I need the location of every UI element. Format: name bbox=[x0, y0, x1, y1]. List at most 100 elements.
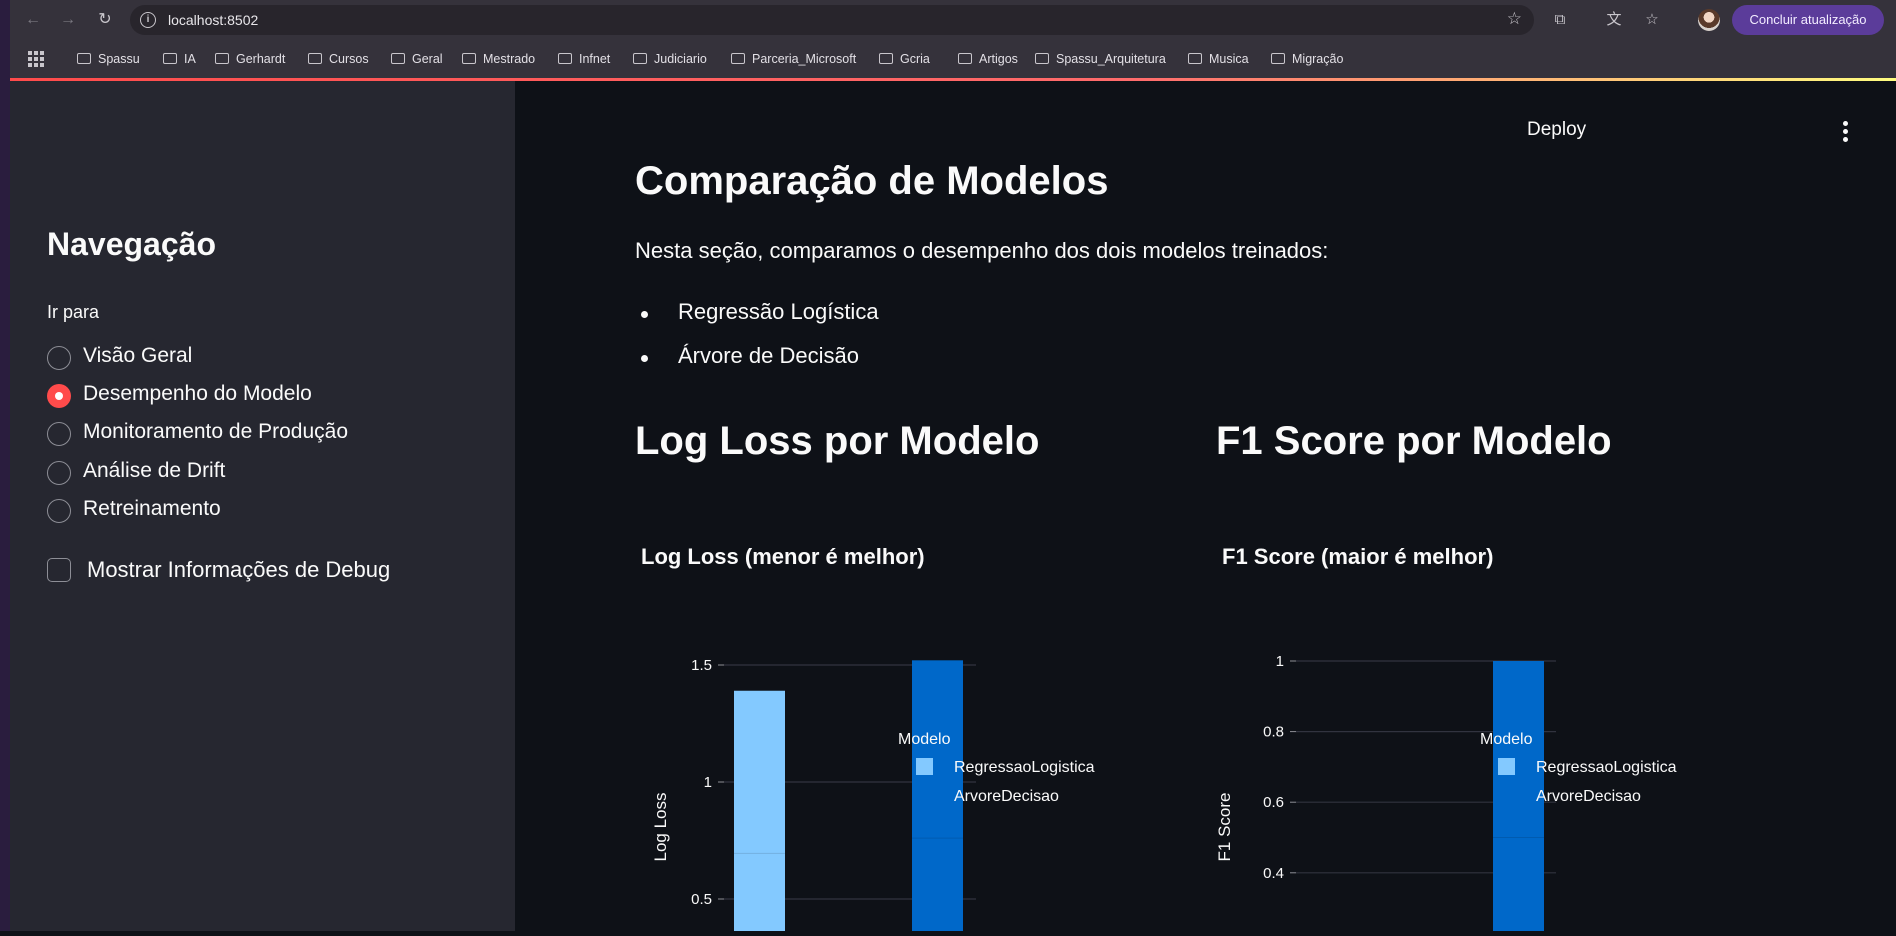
bookmark-label: Geral bbox=[412, 52, 443, 66]
forward-icon[interactable]: → bbox=[57, 9, 79, 31]
legend-title: Modelo bbox=[1480, 731, 1533, 748]
chart-title: F1 Score (maior é melhor) bbox=[1222, 544, 1494, 569]
legend-label[interactable]: RegressaoLogistica bbox=[954, 759, 1095, 776]
radio-label: Visão Geral bbox=[83, 344, 193, 367]
chart-svg: 0.5 1 1.5 Log Loss ModeloRegressaoLogistica A… bbox=[651, 657, 1095, 931]
f1-heading: F1 Score por Modelo bbox=[1216, 419, 1612, 463]
bookmark-folder[interactable]: Migração bbox=[1271, 49, 1343, 69]
folder-icon bbox=[308, 53, 322, 64]
y-tick-label: 0.6 bbox=[1263, 794, 1284, 811]
browser-chrome: ← → ↻ i localhost:8502 ☆ ⧉ 文 ☆ Concluir … bbox=[0, 0, 1896, 81]
list-item: Árvore de Decisão bbox=[635, 343, 859, 369]
bookmark-folder[interactable]: Spassu bbox=[77, 49, 140, 69]
legend-swatch[interactable] bbox=[916, 758, 933, 775]
bookmark-folder[interactable]: Spassu_Arquitetura bbox=[1035, 49, 1166, 69]
legend-label[interactable]: RegressaoLogistica bbox=[1536, 759, 1677, 776]
bookmark-label: Mestrado bbox=[483, 52, 536, 66]
main-content: Deploy Comparação de Modelos Nesta seção… bbox=[515, 81, 1896, 931]
radio-circle[interactable] bbox=[47, 461, 71, 485]
radio-label: Análise de Drift bbox=[83, 459, 226, 482]
y-tick-label: 0.4 bbox=[1263, 865, 1284, 882]
main-menu-icon[interactable] bbox=[1841, 121, 1849, 143]
back-icon[interactable]: ← bbox=[22, 9, 44, 31]
bookmark-folder[interactable]: Gcria bbox=[879, 49, 930, 69]
sidebar-title: Navegação bbox=[47, 226, 216, 262]
site-info-icon[interactable]: i bbox=[140, 12, 156, 28]
sidebar: Navegação Ir para Visão Geral Desempenho… bbox=[10, 81, 515, 931]
legend-swatch[interactable] bbox=[1498, 758, 1515, 775]
radio-group-label: Ir para bbox=[47, 302, 100, 322]
folder-icon bbox=[462, 53, 476, 64]
bookmark-label: Judiciario bbox=[654, 52, 707, 66]
bookmark-label: Gerhardt bbox=[236, 52, 286, 66]
bookmark-label: Infnet bbox=[579, 52, 611, 66]
legend-swatch[interactable] bbox=[916, 787, 933, 804]
list-item-text: Regressão Logística bbox=[678, 299, 879, 324]
address-row: ← → ↻ i localhost:8502 ☆ ⧉ 文 ☆ Concluir … bbox=[0, 0, 1896, 40]
folder-icon bbox=[163, 53, 177, 64]
bookmark-label: Spassu bbox=[98, 52, 140, 66]
y-tick-label: 1 bbox=[704, 774, 712, 791]
legend-label[interactable]: ArvoreDecisao bbox=[954, 788, 1059, 805]
bookmark-folder[interactable]: Artigos bbox=[958, 49, 1018, 69]
legend-label[interactable]: ArvoreDecisao bbox=[1536, 788, 1641, 805]
update-button[interactable]: Concluir atualização bbox=[1732, 5, 1884, 35]
folder-icon bbox=[215, 53, 229, 64]
bookmark-star-icon[interactable]: ☆ bbox=[1507, 9, 1522, 29]
bookmark-folder[interactable]: Parceria_Microsoft bbox=[731, 49, 856, 69]
y-tick-label: 0.5 bbox=[691, 891, 712, 908]
bookmark-label: IA bbox=[184, 52, 196, 66]
bookmark-folder[interactable]: Cursos bbox=[308, 49, 369, 69]
bookmark-label: Parceria_Microsoft bbox=[752, 52, 857, 66]
y-tick-label: 1.5 bbox=[691, 657, 712, 674]
radio-label: Desempenho do Modelo bbox=[83, 382, 312, 405]
window-edge bbox=[0, 0, 10, 931]
folder-icon bbox=[1188, 53, 1202, 64]
bookmark-label: Gcria bbox=[900, 52, 930, 66]
reload-icon[interactable]: ↻ bbox=[94, 9, 116, 31]
bar-RegressaoLogistica[interactable] bbox=[734, 690, 785, 931]
reading-list-icon[interactable]: ☆ bbox=[1641, 9, 1663, 31]
page-title: Comparação de Modelos bbox=[635, 159, 1109, 203]
radio-label: Monitoramento de Produção bbox=[83, 420, 348, 443]
y-axis-label: F1 Score bbox=[1215, 793, 1234, 862]
folder-icon bbox=[1035, 53, 1049, 64]
bookmark-folder[interactable]: Gerhardt bbox=[215, 49, 285, 69]
folder-icon bbox=[879, 53, 893, 64]
bookmark-label: Cursos bbox=[329, 52, 369, 66]
folder-icon bbox=[558, 53, 572, 64]
translate-icon[interactable]: 文 bbox=[1603, 9, 1625, 31]
folder-icon bbox=[391, 53, 405, 64]
address-bar[interactable]: i localhost:8502 ☆ bbox=[130, 5, 1534, 35]
radio-circle[interactable] bbox=[47, 346, 71, 370]
logloss-heading: Log Loss por Modelo bbox=[635, 419, 1040, 463]
bookmark-folder[interactable]: IA bbox=[163, 49, 196, 69]
radio-circle[interactable] bbox=[47, 499, 71, 523]
bookmark-folder[interactable]: Musica bbox=[1188, 49, 1249, 69]
list-item-text: Árvore de Decisão bbox=[678, 343, 859, 368]
radio-circle-selected[interactable] bbox=[47, 384, 71, 408]
bookmark-label: Migração bbox=[1292, 52, 1344, 66]
list-item: Regressão Logística bbox=[635, 299, 879, 325]
deploy-button[interactable]: Deploy bbox=[1527, 119, 1586, 141]
bookmark-folder[interactable]: Mestrado bbox=[462, 49, 535, 69]
bookmark-folder[interactable]: Judiciario bbox=[633, 49, 707, 69]
legend-title: Modelo bbox=[898, 731, 951, 748]
folder-icon bbox=[731, 53, 745, 64]
bookmark-folder[interactable]: Geral bbox=[391, 49, 443, 69]
bookmark-folder[interactable]: Infnet bbox=[558, 49, 610, 69]
folder-icon bbox=[1271, 53, 1285, 64]
y-tick-label: 0.8 bbox=[1263, 724, 1284, 741]
checkbox-box[interactable] bbox=[47, 558, 71, 582]
chart-title: Log Loss (menor é melhor) bbox=[641, 544, 925, 569]
bookmark-label: Musica bbox=[1209, 52, 1249, 66]
apps-icon[interactable] bbox=[28, 51, 44, 67]
extensions-icon[interactable]: ⧉ bbox=[1549, 9, 1571, 31]
profile-avatar[interactable] bbox=[1698, 9, 1720, 31]
radio-circle[interactable] bbox=[47, 422, 71, 446]
folder-icon bbox=[958, 53, 972, 64]
url-text[interactable]: localhost:8502 bbox=[168, 12, 258, 28]
legend-swatch[interactable] bbox=[1498, 787, 1515, 804]
folder-icon bbox=[77, 53, 91, 64]
bookmark-label: Artigos bbox=[979, 52, 1018, 66]
